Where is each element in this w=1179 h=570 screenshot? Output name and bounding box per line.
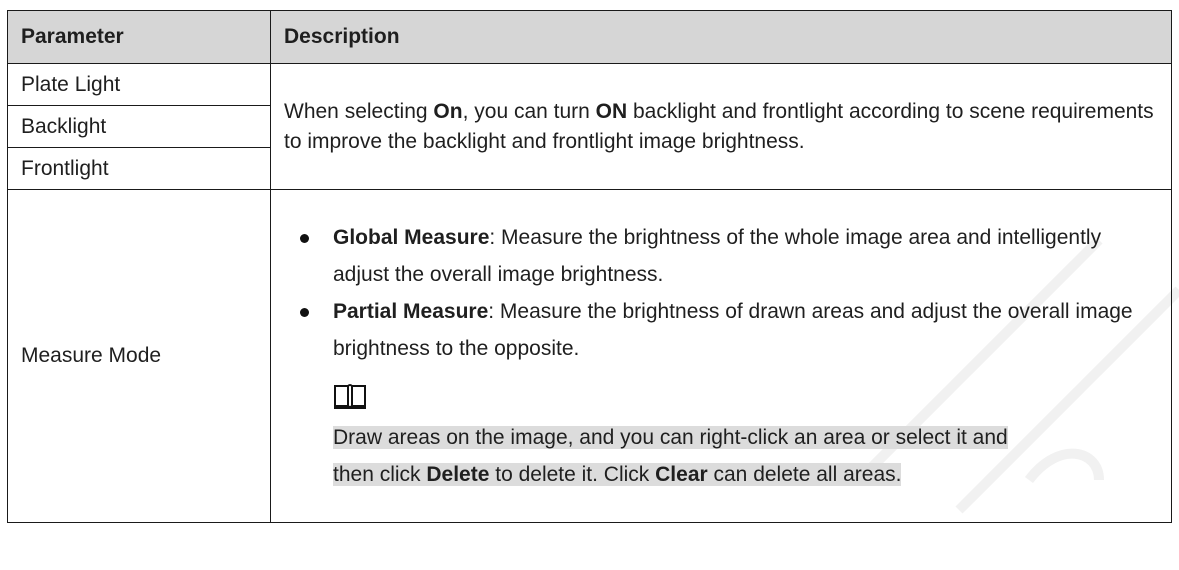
note-text: Draw areas on the image, and you can rig… [333,426,1008,449]
note-bold-delete: Delete [426,463,490,486]
table-row: Plate Light When selecting On, you can t… [7,63,1172,190]
desc-text: , you can turn [462,99,596,123]
parameter-table: Parameter Description Plate Light When s… [7,10,1172,523]
table-header-row: Parameter Description [7,10,1172,64]
description-measure-mode: Global Measure: Measure the brightness o… [270,189,1172,523]
param-frontlight: Frontlight [7,147,271,190]
note-text: can delete all areas. [707,463,902,486]
param-plate-light: Plate Light [7,63,271,106]
bullet-dot-icon [300,308,309,317]
bullet-term: Partial Measure [333,300,489,323]
param-backlight: Backlight [7,105,271,148]
bullet-dot-icon [300,234,309,243]
header-description: Description [270,10,1172,64]
note-bold-clear: Clear [655,463,708,486]
note-text: then click [333,463,427,486]
note-line-1: Draw areas on the image, and you can rig… [333,419,1158,456]
description-lights: When selecting On, you can turn ON backl… [270,63,1172,190]
bullet-term: Global Measure [333,226,490,249]
note-line-2: then click Delete to delete it. Click Cl… [333,456,1158,493]
desc-bold-on-upper: ON [595,99,628,123]
measure-bullet-list: Global Measure: Measure the brightness o… [284,219,1158,367]
note-block: Draw areas on the image, and you can rig… [284,383,1158,493]
list-item: Global Measure: Measure the brightness o… [284,219,1158,293]
desc-bold-on: On [433,99,463,123]
param-measure-mode: Measure Mode [7,189,271,523]
desc-text: When selecting [284,99,434,123]
table-row: Measure Mode Global Measure: Measure the… [7,189,1172,523]
list-item: Partial Measure: Measure the brightness … [284,293,1158,367]
book-icon [334,384,366,409]
note-text-highlight: then click Delete to delete it. Click Cl… [333,463,902,486]
header-parameter: Parameter [7,10,271,64]
note-text: to delete it. Click [489,463,656,486]
